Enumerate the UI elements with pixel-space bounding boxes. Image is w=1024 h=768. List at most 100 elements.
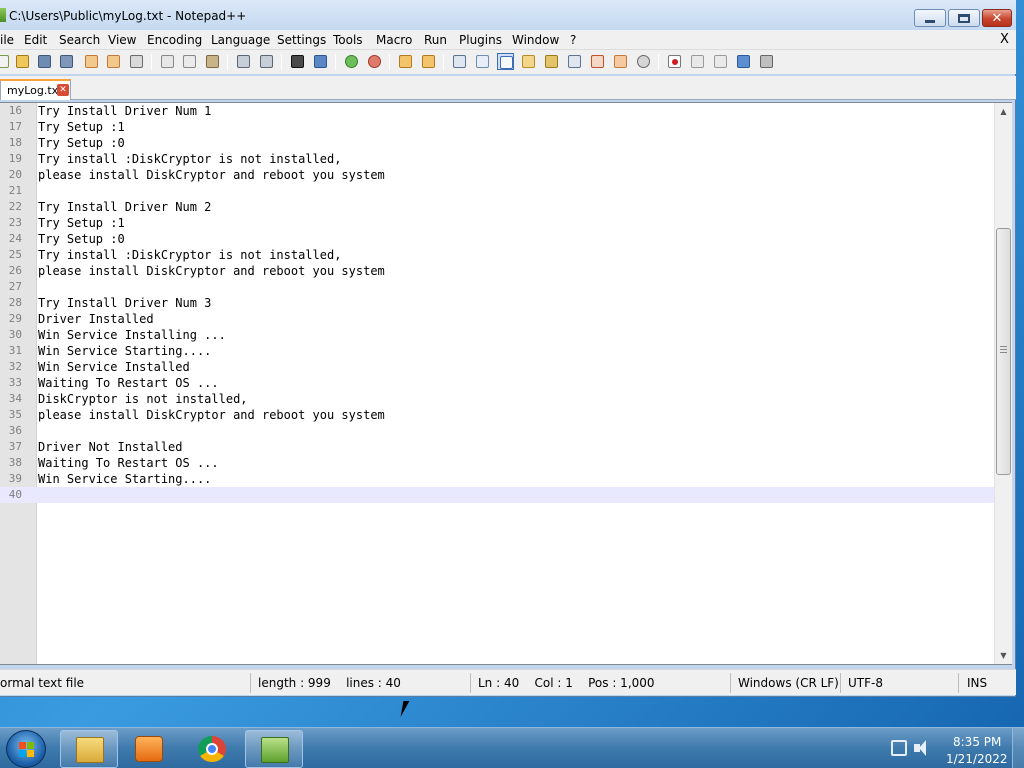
menu-search[interactable]: Search: [59, 33, 100, 47]
line-text[interactable]: Try Setup :1: [38, 215, 125, 231]
editor-line[interactable]: 38 Waiting To Restart OS ...: [0, 455, 994, 471]
vertical-scrollbar[interactable]: ▲ ▼: [994, 103, 1012, 664]
redo-button[interactable]: [258, 53, 275, 70]
title-bar[interactable]: C:\Users\Public\myLog.txt - Notepad++ ✕: [0, 0, 1016, 30]
menu-settings[interactable]: Settings: [277, 33, 326, 47]
zoom-out-button[interactable]: [366, 53, 383, 70]
run-macro-multiple-button[interactable]: [735, 53, 752, 70]
start-button[interactable]: [6, 730, 46, 768]
taskbar-explorer[interactable]: [60, 730, 118, 768]
volume-icon[interactable]: [914, 740, 932, 756]
menu-encoding[interactable]: Encoding: [147, 33, 202, 47]
stop-recording-button[interactable]: [689, 53, 706, 70]
minimize-button[interactable]: [914, 9, 946, 27]
line-text[interactable]: please install DiskCryptor and reboot yo…: [38, 167, 385, 183]
line-text[interactable]: Try Setup :0: [38, 135, 125, 151]
menu-tools[interactable]: Tools: [333, 33, 363, 47]
save-button[interactable]: [36, 53, 53, 70]
sync-horizontal-button[interactable]: [420, 53, 437, 70]
editor-line[interactable]: 31 Win Service Starting....: [0, 343, 994, 359]
editor-line[interactable]: 33 Waiting To Restart OS ...: [0, 375, 994, 391]
function-list-button[interactable]: [543, 53, 560, 70]
editor-line[interactable]: 35 please install DiskCryptor and reboot …: [0, 407, 994, 423]
find-button[interactable]: [289, 53, 306, 70]
taskbar-media-player[interactable]: [120, 730, 178, 768]
editor-line[interactable]: 28 Try Install Driver Num 3: [0, 295, 994, 311]
line-text[interactable]: Win Service Installing ...: [38, 327, 226, 343]
editor-line[interactable]: 25 Try install :DiskCryptor is not instal…: [0, 247, 994, 263]
close-file-button[interactable]: [83, 53, 100, 70]
editor-line[interactable]: 40: [0, 487, 994, 503]
network-icon[interactable]: [891, 740, 907, 756]
line-text[interactable]: Win Service Installed: [38, 359, 190, 375]
line-text[interactable]: Waiting To Restart OS ...: [38, 455, 219, 471]
editor-line[interactable]: 23 Try Setup :1: [0, 215, 994, 231]
editor-line[interactable]: 39 Win Service Starting....: [0, 471, 994, 487]
tab-close-icon[interactable]: ✕: [57, 84, 69, 96]
editor-line[interactable]: 36: [0, 423, 994, 439]
line-text[interactable]: please install DiskCryptor and reboot yo…: [38, 407, 385, 423]
line-text[interactable]: Try install :DiskCryptor is not installe…: [38, 247, 341, 263]
indent-guide-button[interactable]: [497, 53, 514, 70]
show-all-chars-button[interactable]: [474, 53, 491, 70]
editor-line[interactable]: 19 Try install :DiskCryptor is not instal…: [0, 151, 994, 167]
line-text[interactable]: Try Install Driver Num 3: [38, 295, 211, 311]
line-text[interactable]: Driver Not Installed: [38, 439, 183, 455]
line-text[interactable]: Try Setup :0: [38, 231, 125, 247]
editor-line[interactable]: 24 Try Setup :0: [0, 231, 994, 247]
line-text[interactable]: Try install :DiskCryptor is not installe…: [38, 151, 341, 167]
menu-plugins[interactable]: Plugins: [459, 33, 502, 47]
playback-button[interactable]: [712, 53, 729, 70]
editor-line[interactable]: 26 please install DiskCryptor and reboot …: [0, 263, 994, 279]
record-macro-button[interactable]: [666, 53, 683, 70]
editor-line[interactable]: 32 Win Service Installed: [0, 359, 994, 375]
scroll-up-icon[interactable]: ▲: [995, 103, 1012, 120]
maximize-button[interactable]: [948, 9, 980, 27]
editor-line[interactable]: 29 Driver Installed: [0, 311, 994, 327]
menu-edit[interactable]: Edit: [24, 33, 47, 47]
menu-window[interactable]: Window: [512, 33, 559, 47]
editor-line[interactable]: 37 Driver Not Installed: [0, 439, 994, 455]
open-file-button[interactable]: [14, 53, 31, 70]
menu-run[interactable]: Run: [424, 33, 447, 47]
editor-line[interactable]: 27: [0, 279, 994, 295]
sync-vertical-button[interactable]: [397, 53, 414, 70]
word-wrap-button[interactable]: [451, 53, 468, 70]
zoom-in-button[interactable]: [343, 53, 360, 70]
scrollbar-thumb[interactable]: [996, 228, 1011, 475]
line-text[interactable]: Try Install Driver Num 2: [38, 199, 211, 215]
scroll-down-icon[interactable]: ▼: [995, 647, 1012, 664]
close-document-button[interactable]: X: [1000, 32, 1009, 47]
copy-button[interactable]: [181, 53, 198, 70]
taskbar-notepadpp[interactable]: [245, 730, 303, 768]
line-text[interactable]: DiskCryptor is not installed,: [38, 391, 248, 407]
line-text[interactable]: Win Service Starting....: [38, 343, 211, 359]
line-text[interactable]: Try Setup :1: [38, 119, 125, 135]
text-editor[interactable]: 16 Try Install Driver Num 1 17 Try Setup :1…: [0, 102, 1012, 665]
line-text[interactable]: Win Service Starting....: [38, 471, 211, 487]
editor-line[interactable]: 21: [0, 183, 994, 199]
menu-help[interactable]: ?: [570, 33, 576, 47]
menu-view[interactable]: View: [108, 33, 136, 47]
menu-macro[interactable]: Macro: [376, 33, 412, 47]
doc-switcher-button[interactable]: [566, 53, 583, 70]
close-window-button[interactable]: ✕: [982, 9, 1012, 27]
editor-line[interactable]: 18 Try Setup :0: [0, 135, 994, 151]
show-desktop-button[interactable]: [1012, 728, 1024, 768]
menu-language[interactable]: Language: [211, 33, 270, 47]
new-file-button[interactable]: [0, 53, 11, 70]
editor-line[interactable]: 16 Try Install Driver Num 1: [0, 103, 994, 119]
line-text[interactable]: Try Install Driver Num 1: [38, 103, 211, 119]
close-all-button[interactable]: [105, 53, 122, 70]
cut-button[interactable]: [159, 53, 176, 70]
save-macro-button[interactable]: [758, 53, 775, 70]
menu-file[interactable]: ile: [0, 33, 14, 47]
editor-line[interactable]: 22 Try Install Driver Num 2: [0, 199, 994, 215]
clock-date[interactable]: 1/21/2022: [946, 752, 1008, 766]
line-text[interactable]: Waiting To Restart OS ...: [38, 375, 219, 391]
print-button[interactable]: [128, 53, 145, 70]
editor-line[interactable]: 17 Try Setup :1: [0, 119, 994, 135]
monitoring-button[interactable]: [635, 53, 652, 70]
folder-as-workspace-button[interactable]: [589, 53, 606, 70]
undo-button[interactable]: [235, 53, 252, 70]
